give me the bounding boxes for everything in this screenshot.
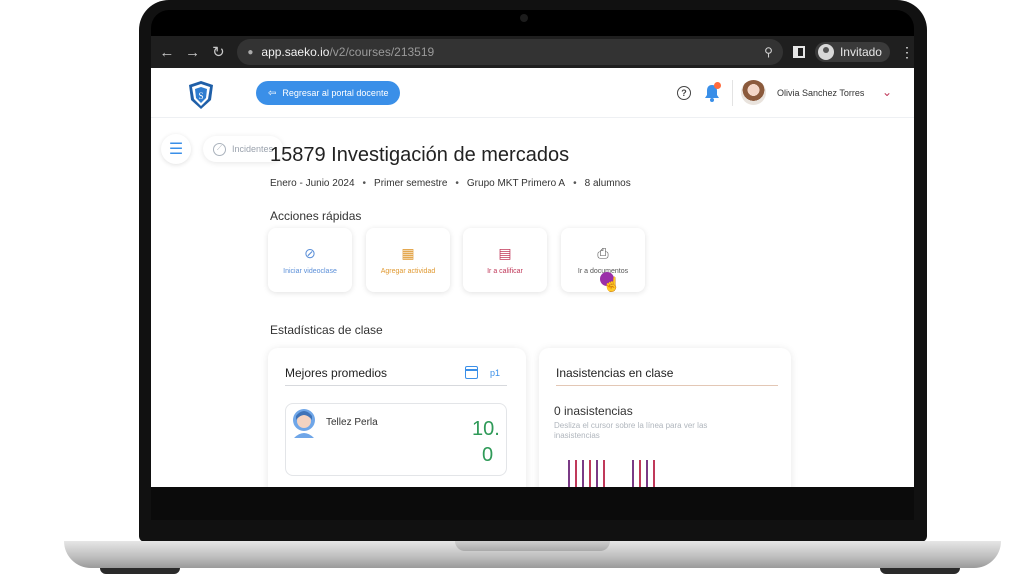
laptop-bottom-bezel — [151, 487, 914, 520]
chevron-down-icon[interactable]: ⌄ — [882, 85, 892, 99]
search-icon[interactable]: ⚲ — [764, 45, 773, 59]
course-meta: Enero - Junio 2024 • Primer semestre • G… — [270, 178, 631, 189]
grade-icon: ▤ — [498, 245, 512, 261]
absence-bar[interactable] — [568, 460, 570, 487]
reload-icon[interactable]: ↻ — [206, 39, 232, 65]
quick-action-label: Agregar actividad — [380, 268, 436, 275]
compass-icon: ⟋ — [213, 142, 226, 156]
profile-button[interactable]: Invitado — [814, 42, 890, 62]
divider — [285, 385, 507, 386]
student-card[interactable]: Tellez Perla 10. 0 — [285, 403, 507, 476]
app-header: S ⇦ Regresar al portal docente ? Olivia … — [151, 68, 914, 118]
help-icon[interactable]: ? — [677, 86, 691, 100]
school-logo-icon[interactable]: S — [187, 80, 215, 110]
back-icon[interactable]: ← — [154, 39, 180, 65]
absences-chart[interactable] — [539, 348, 791, 487]
student-name: Tellez Perla — [326, 417, 378, 428]
browser-toolbar: ← → ↻ ● app.saeko.io/v2/courses/213519 ⚲… — [151, 36, 914, 68]
quick-action-label: Iniciar videoclase — [283, 268, 337, 275]
forward-icon[interactable]: → — [180, 39, 206, 65]
quick-actions-title: Acciones rápidas — [270, 209, 362, 223]
absence-bar[interactable] — [646, 460, 648, 487]
laptop-notch — [455, 541, 610, 551]
absences-card: Inasistencias en clase 0 inasistencias D… — [539, 348, 791, 487]
back-to-portal-button[interactable]: ⇦ Regresar al portal docente — [256, 81, 401, 105]
course-students: 8 alumnos — [584, 178, 631, 189]
absence-bar[interactable] — [632, 460, 634, 487]
absence-bar[interactable] — [653, 460, 655, 487]
course-semester: Primer semestre — [374, 178, 448, 189]
printer-icon: ⎙ — [597, 245, 609, 261]
compass-icon: ⊘ — [304, 245, 316, 261]
absence-bar[interactable] — [575, 460, 577, 487]
calendar-icon[interactable] — [465, 366, 478, 379]
notification-badge — [714, 82, 721, 89]
header-divider — [732, 80, 733, 106]
go-grade-button[interactable]: ▤ Ir a calificar — [463, 228, 547, 292]
incidents-label: Incidentes — [232, 144, 274, 154]
student-score: 10. 0 — [472, 418, 500, 466]
laptop-foot — [880, 568, 960, 574]
quick-action-label: Ir a calificar — [487, 268, 523, 275]
url-path: /v2/courses/213519 — [329, 45, 435, 59]
absence-bar[interactable] — [596, 460, 598, 487]
sidepanel-icon[interactable] — [792, 46, 805, 58]
url-host: app.saeko.io — [261, 45, 330, 59]
profile-label: Invitado — [839, 45, 882, 59]
stats-title: Estadísticas de clase — [270, 323, 383, 337]
add-activity-button[interactable]: ▦ Agregar actividad — [366, 228, 450, 292]
activity-icon: ▦ — [401, 245, 415, 261]
address-bar[interactable]: ● app.saeko.io/v2/courses/213519 ⚲ — [237, 39, 783, 65]
page-title: 15879 Investigación de mercados — [270, 144, 570, 166]
absence-bar[interactable] — [639, 460, 641, 487]
hamburger-menu-icon[interactable]: ☰ — [161, 134, 191, 164]
user-name[interactable]: Olivia Sanchez Torres — [777, 88, 864, 98]
course-group: Grupo MKT Primero A — [466, 178, 566, 189]
camera-icon — [520, 14, 528, 22]
svg-text:S: S — [198, 91, 203, 101]
web-content: S ⇦ Regresar al portal docente ? Olivia … — [151, 68, 914, 487]
profile-avatar-icon — [817, 44, 834, 60]
period-selector[interactable]: p1 — [490, 368, 500, 378]
course-period: Enero - Junio 2024 — [270, 178, 355, 189]
student-avatar-icon — [293, 409, 315, 438]
user-avatar[interactable] — [741, 80, 766, 105]
absence-bar[interactable] — [582, 460, 584, 487]
best-averages-card: Mejores promedios p1 Tellez Perla 10. 0 — [268, 348, 526, 487]
hand-cursor-icon: ☝ — [603, 276, 621, 292]
lock-icon: ● — [247, 46, 254, 58]
start-videoclass-button[interactable]: ⊘ Iniciar videoclase — [268, 228, 352, 292]
laptop-foot — [100, 568, 180, 574]
absence-bar[interactable] — [589, 460, 591, 487]
portal-button-label: Regresar al portal docente — [282, 88, 389, 98]
absence-bar[interactable] — [603, 460, 605, 487]
best-averages-title: Mejores promedios — [285, 366, 388, 380]
menu-kebab-icon[interactable]: ⋮ — [900, 44, 914, 61]
laptop-mockup: ← → ↻ ● app.saeko.io/v2/courses/213519 ⚲… — [0, 0, 1035, 582]
exit-icon: ⇦ — [268, 87, 277, 99]
